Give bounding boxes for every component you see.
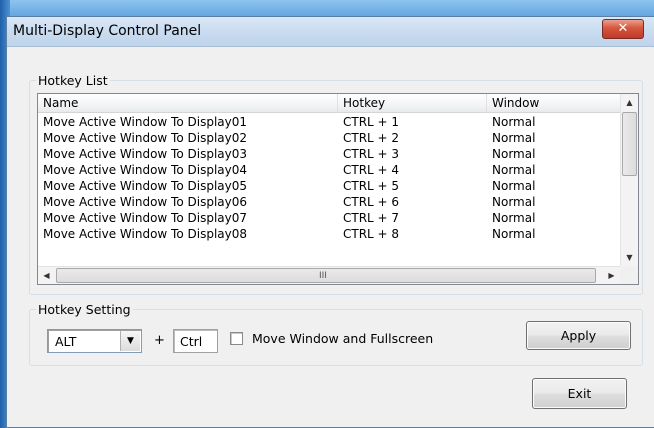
row-name: Move Active Window To Display04 <box>43 163 248 177</box>
row-hotkey: CTRL + 8 <box>343 227 400 241</box>
table-row[interactable]: Move Active Window To Display01 CTRL + 1… <box>38 114 620 130</box>
close-icon: ✕ <box>617 21 629 36</box>
hotkey-list-legend: Hotkey List <box>38 73 108 88</box>
modifier-select[interactable]: ALT ▼ <box>47 329 142 353</box>
table-row[interactable]: Move Active Window To Display06 CTRL + 6… <box>38 194 620 210</box>
hotkey-listview[interactable]: Name Hotkey Window Move Active Window To… <box>37 93 639 285</box>
title-bar[interactable]: Multi-Display Control Panel ✕ <box>7 17 654 47</box>
row-name: Move Active Window To Display03 <box>43 147 248 161</box>
hotkey-setting-legend: Hotkey Setting <box>38 302 131 317</box>
row-hotkey: CTRL + 6 <box>343 195 400 209</box>
row-name: Move Active Window To Display07 <box>43 211 248 225</box>
row-hotkey: CTRL + 5 <box>343 179 400 193</box>
row-window: Normal <box>492 131 536 145</box>
plus-label: + <box>154 333 165 348</box>
scroll-down-icon[interactable]: ▼ <box>621 249 638 266</box>
row-name: Move Active Window To Display01 <box>43 115 248 129</box>
scroll-right-icon[interactable]: ▶ <box>603 267 620 284</box>
row-window: Normal <box>492 163 536 177</box>
fullscreen-checkbox[interactable] <box>230 332 243 345</box>
table-row[interactable]: Move Active Window To Display02 CTRL + 2… <box>38 130 620 146</box>
row-hotkey: CTRL + 7 <box>343 211 400 225</box>
scroll-left-icon[interactable]: ◀ <box>38 267 55 284</box>
row-window: Normal <box>492 179 536 193</box>
row-name: Move Active Window To Display05 <box>43 179 248 193</box>
row-window: Normal <box>492 211 536 225</box>
row-name: Move Active Window To Display06 <box>43 195 248 209</box>
window-title: Multi-Display Control Panel <box>13 23 202 39</box>
scroll-up-icon[interactable]: ▲ <box>621 94 638 111</box>
close-button[interactable]: ✕ <box>602 19 644 39</box>
horizontal-scrollbar[interactable]: ◀ III ▶ <box>38 266 620 284</box>
key-field-value: Ctrl <box>180 334 203 349</box>
row-hotkey: CTRL + 4 <box>343 163 400 177</box>
table-row[interactable]: Move Active Window To Display03 CTRL + 3… <box>38 146 620 162</box>
table-row[interactable]: Move Active Window To Display04 CTRL + 4… <box>38 162 620 178</box>
horizontal-scroll-thumb[interactable]: III <box>56 268 596 283</box>
column-header-window[interactable]: Window <box>487 94 621 113</box>
row-name: Move Active Window To Display02 <box>43 131 248 145</box>
row-hotkey: CTRL + 2 <box>343 131 400 145</box>
listview-header: Name Hotkey Window <box>38 94 620 113</box>
row-window: Normal <box>492 147 536 161</box>
exit-button[interactable]: Exit <box>532 378 627 409</box>
row-window: Normal <box>492 227 536 241</box>
listview-rows: Move Active Window To Display01 CTRL + 1… <box>38 114 620 260</box>
scroll-grip-icon: III <box>319 271 327 281</box>
modifier-select-value: ALT <box>55 334 77 349</box>
table-row[interactable]: Move Active Window To Display08 CTRL + 8… <box>38 226 620 242</box>
table-row[interactable]: Move Active Window To Display07 CTRL + 7… <box>38 210 620 226</box>
row-hotkey: CTRL + 1 <box>343 115 400 129</box>
apply-button[interactable]: Apply <box>526 321 631 350</box>
scrollbar-corner <box>620 266 638 284</box>
row-hotkey: CTRL + 3 <box>343 147 400 161</box>
row-window: Normal <box>492 195 536 209</box>
column-header-name[interactable]: Name <box>38 94 338 113</box>
row-window: Normal <box>492 115 536 129</box>
vertical-scroll-thumb[interactable] <box>622 112 637 176</box>
fullscreen-checkbox-label[interactable]: Move Window and Fullscreen <box>252 331 433 346</box>
column-header-hotkey[interactable]: Hotkey <box>338 94 487 113</box>
vertical-scrollbar[interactable]: ▲ ▼ <box>620 94 638 266</box>
key-field[interactable]: Ctrl <box>173 329 218 353</box>
row-name: Move Active Window To Display08 <box>43 227 248 241</box>
chevron-down-icon[interactable]: ▼ <box>120 331 140 351</box>
table-row[interactable]: Move Active Window To Display05 CTRL + 5… <box>38 178 620 194</box>
